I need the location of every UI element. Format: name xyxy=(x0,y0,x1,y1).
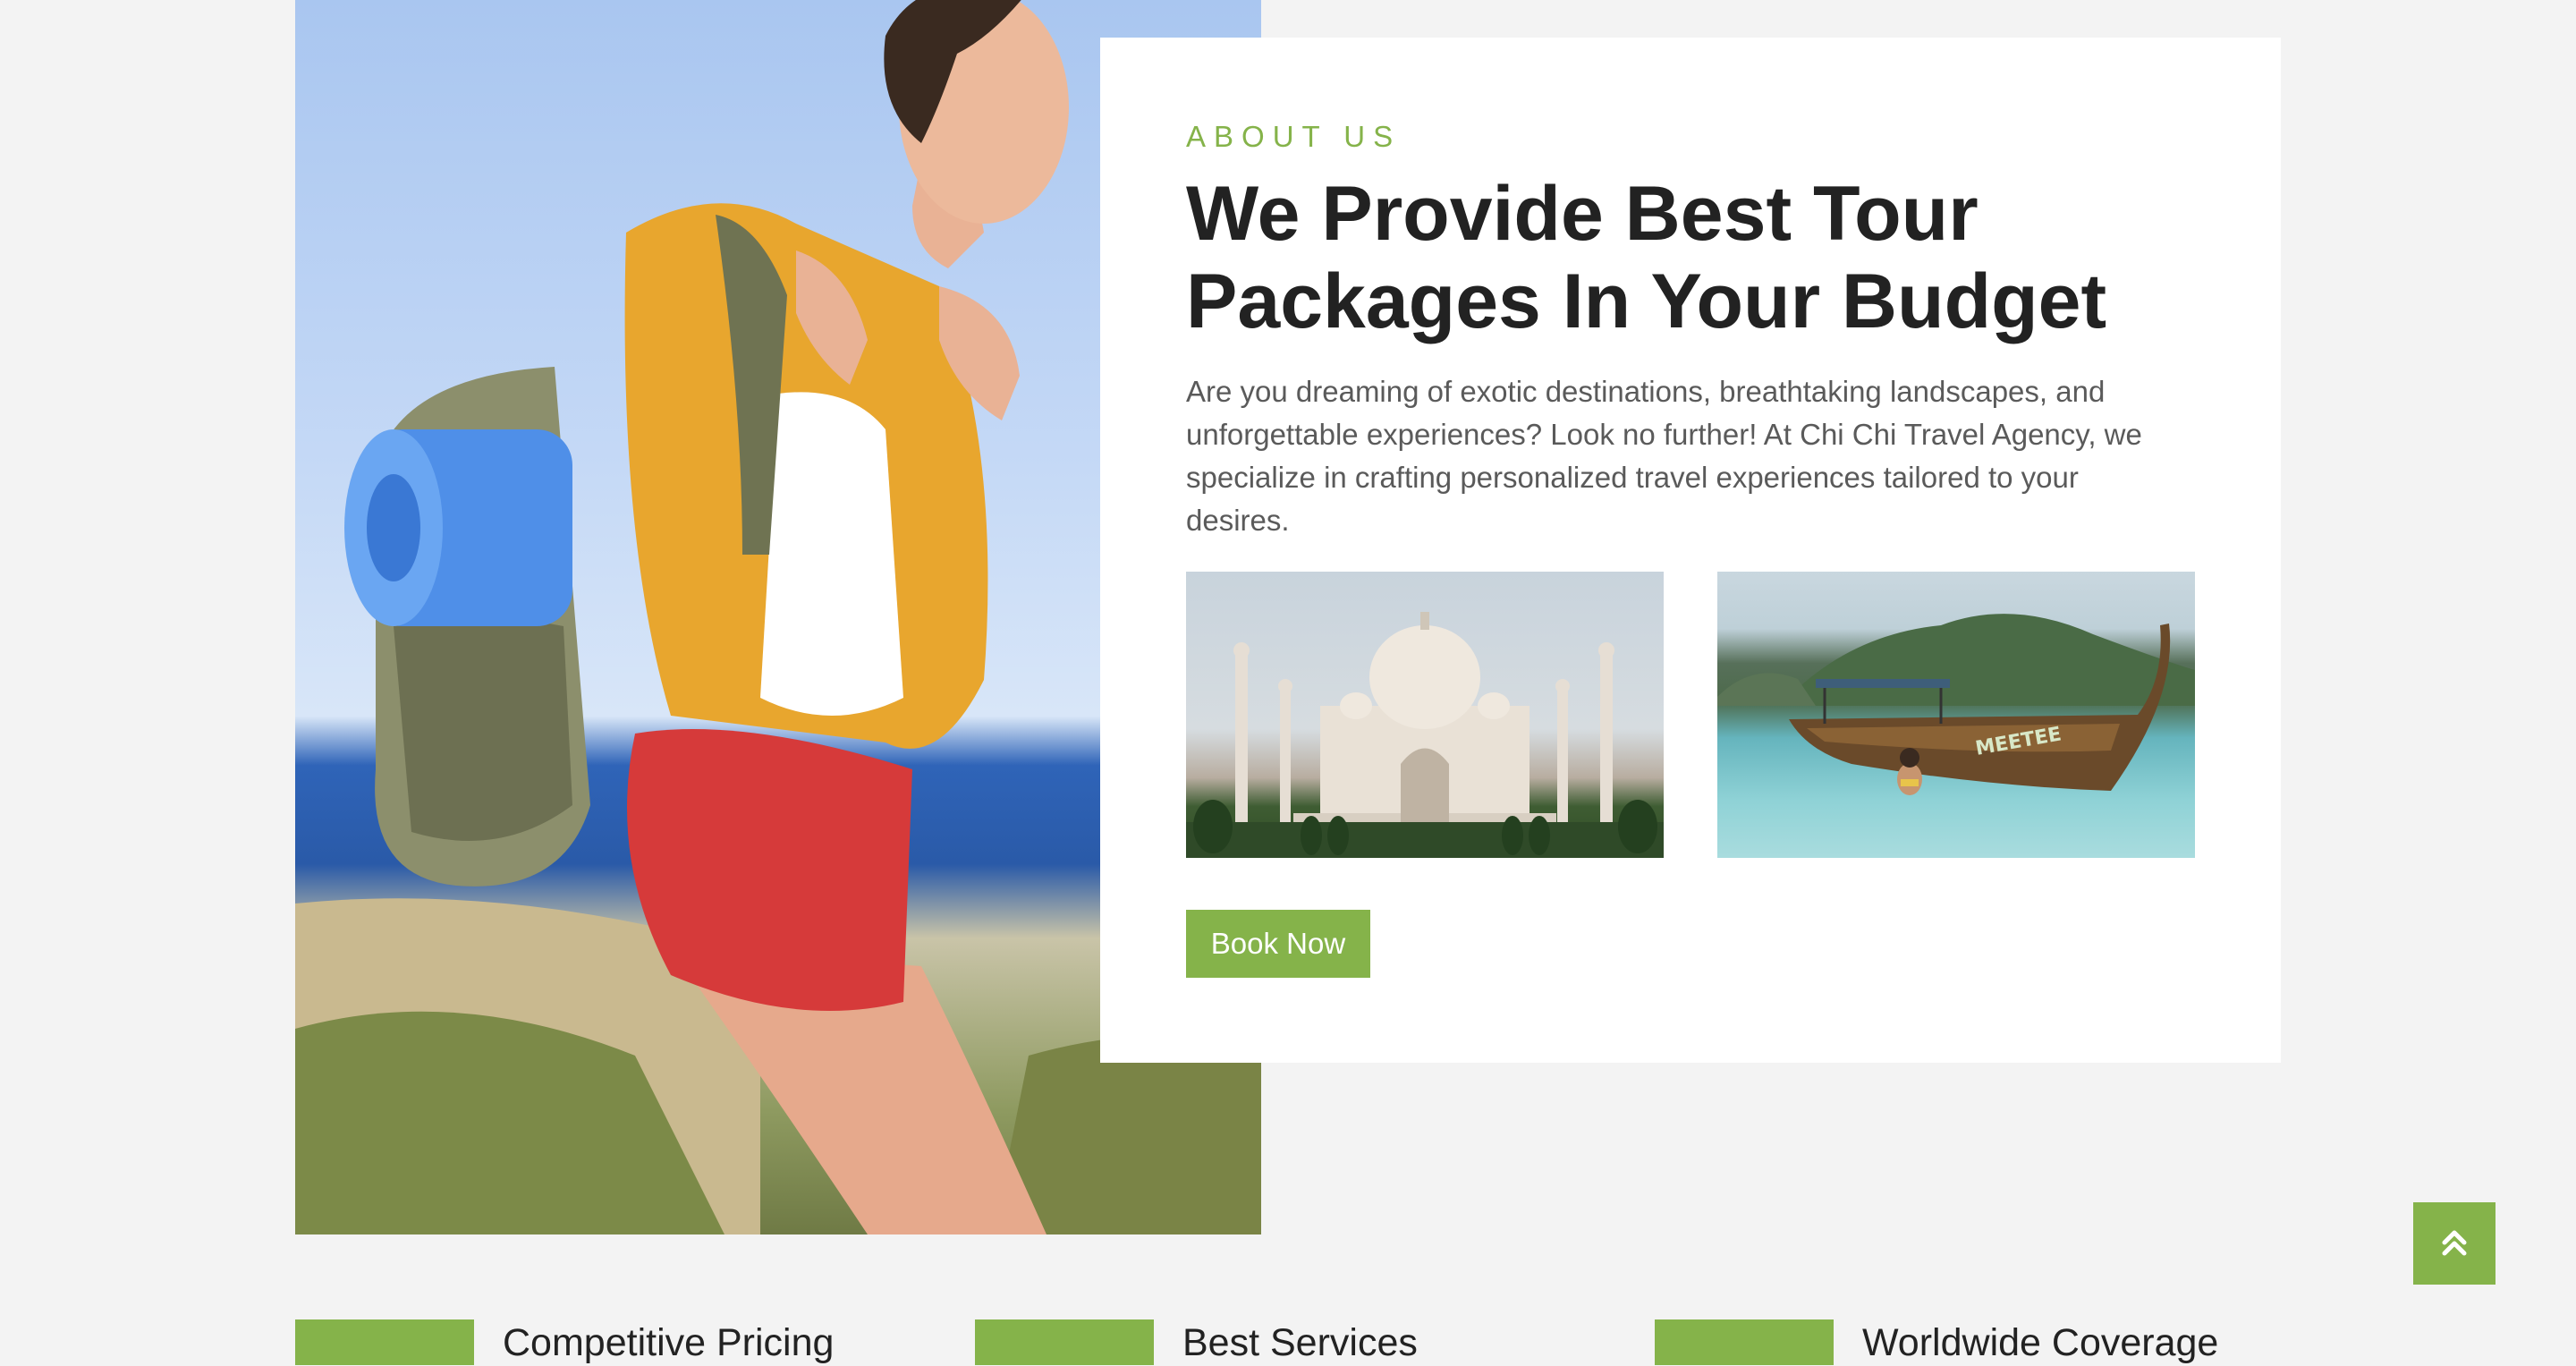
feature-title: Worldwide Coverage xyxy=(1862,1321,2219,1364)
feature-worldwide-coverage: Worldwide Coverage xyxy=(1655,1319,2317,1365)
heading-line-1: We Provide Best Tour xyxy=(1186,171,1979,257)
double-chevron-up-icon xyxy=(2439,1227,2470,1260)
section-heading: We Provide Best Tour Packages In Your Bu… xyxy=(1186,170,2215,345)
book-now-button[interactable]: Book Now xyxy=(1186,910,1370,978)
heading-line-2: Packages In Your Budget xyxy=(1186,259,2107,344)
longtail-boat-illustration: MEETEE xyxy=(1717,614,2195,795)
section-eyebrow: ABOUT US xyxy=(1186,120,1402,153)
feature-title: Best Services xyxy=(1182,1321,1418,1364)
feature-competitive-pricing: Competitive Pricing xyxy=(295,1319,957,1365)
feature-icon-box xyxy=(295,1319,474,1365)
section-description: Are you dreaming of exotic destinations,… xyxy=(1186,375,2142,537)
about-card: ABOUT US We Provide Best Tour Packages I… xyxy=(1100,38,2281,1063)
taj-mahal-image xyxy=(1186,572,1664,858)
feature-icon-box xyxy=(975,1319,1154,1365)
taj-mahal-illustration xyxy=(1186,612,1664,858)
back-to-top-button[interactable] xyxy=(2413,1202,2496,1285)
feature-best-services: Best Services xyxy=(975,1319,1637,1365)
feature-title: Competitive Pricing xyxy=(503,1321,835,1364)
feature-icon-box xyxy=(1655,1319,1834,1365)
longtail-boat-image: MEETEE xyxy=(1717,572,2195,858)
